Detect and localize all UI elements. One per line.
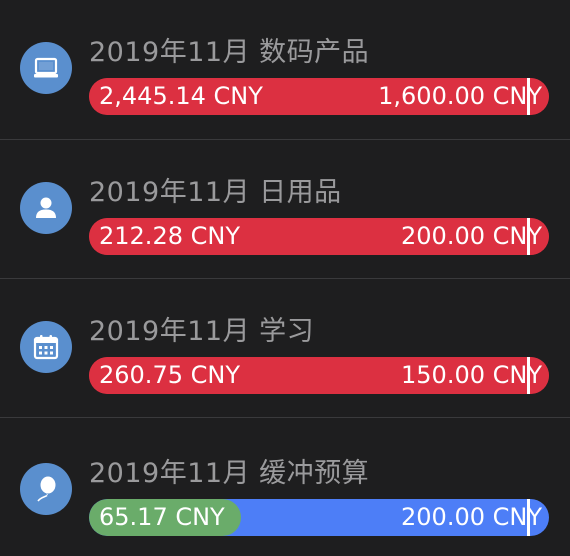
budget-limit-marker: [527, 357, 530, 394]
computer-icon: [20, 42, 72, 94]
budget-progress-bar: 260.75 CNY 150.00 CNY: [89, 357, 549, 394]
budget-title: 2019年11月 数码产品: [89, 37, 370, 68]
budget-amount: 200.00 CNY: [401, 503, 542, 531]
budget-progress-bar: 2,445.14 CNY 1,600.00 CNY: [89, 78, 549, 115]
calendar-icon: [20, 321, 72, 373]
budget-row-buffer[interactable]: 2019年11月 缓冲预算 65.17 CNY 200.00 CNY: [0, 417, 570, 556]
spent-amount: 65.17 CNY: [99, 503, 225, 531]
budget-amount: 200.00 CNY: [401, 222, 542, 250]
spent-amount: 2,445.14 CNY: [99, 82, 263, 110]
person-icon: [20, 182, 72, 234]
budget-limit-marker: [527, 499, 530, 536]
budget-progress-bar: 65.17 CNY 200.00 CNY: [89, 499, 549, 536]
budget-title: 2019年11月 缓冲预算: [89, 458, 370, 489]
spent-amount: 260.75 CNY: [99, 361, 240, 389]
budget-row-daily-goods[interactable]: 2019年11月 日用品 212.28 CNY 200.00 CNY: [0, 139, 570, 278]
spent-amount: 212.28 CNY: [99, 222, 240, 250]
budget-limit-marker: [527, 78, 530, 115]
budget-amount: 1,600.00 CNY: [378, 82, 542, 110]
budget-row-digital[interactable]: 2019年11月 数码产品 2,445.14 CNY 1,600.00 CNY: [0, 0, 570, 139]
budget-row-study[interactable]: 2019年11月 学习 260.75 CNY 150.00 CNY: [0, 278, 570, 417]
budget-title: 2019年11月 日用品: [89, 177, 342, 208]
budget-list: 2019年11月 数码产品 2,445.14 CNY 1,600.00 CNY …: [0, 0, 570, 556]
budget-title: 2019年11月 学习: [89, 316, 315, 347]
balloon-icon: [20, 463, 72, 515]
budget-amount: 150.00 CNY: [401, 361, 542, 389]
budget-progress-bar: 212.28 CNY 200.00 CNY: [89, 218, 549, 255]
budget-limit-marker: [527, 218, 530, 255]
